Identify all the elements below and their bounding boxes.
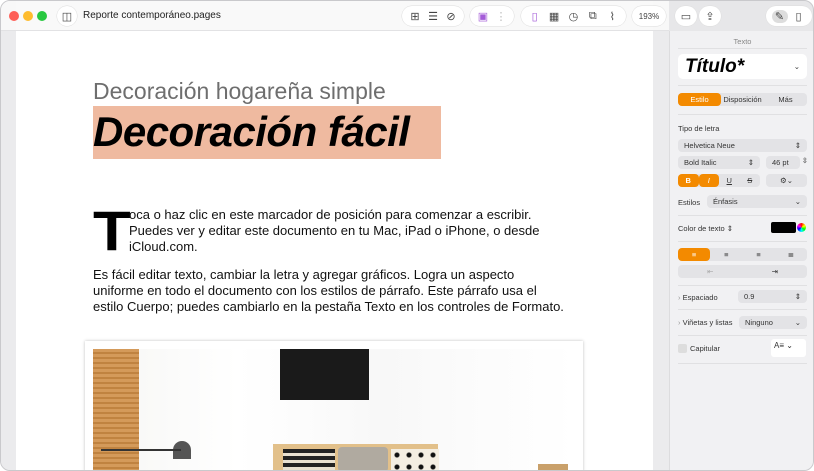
text-line: estilo Cuerpo; puedes cambiarlo en la pe… <box>93 299 564 314</box>
table-icon[interactable]: ▦ <box>546 10 562 23</box>
gear-icon: ⚙⌄ <box>779 176 793 185</box>
share-icon: ⇪ <box>705 10 715 23</box>
panel-header: Texto <box>733 37 752 46</box>
attach-icon[interactable]: ⌇ <box>604 10 620 23</box>
document-title[interactable]: Decoración fácil <box>93 108 410 156</box>
italic-button[interactable]: I <box>698 174 719 187</box>
tabs: Estilo Disposición Más <box>678 93 807 106</box>
align-right-button[interactable]: ≡ <box>743 248 775 261</box>
bullets-select[interactable]: Ninguno ⌄ <box>739 316 807 329</box>
comment-icon: ▭ <box>680 10 692 23</box>
strikethrough-button[interactable]: S <box>740 174 761 187</box>
document-subtitle[interactable]: Decoración hogareña simple <box>93 78 386 105</box>
shape-icon[interactable]: ⊘ <box>443 10 459 23</box>
sidebar-icon: ◫ <box>61 10 73 23</box>
clock-icon[interactable]: ◷ <box>565 10 581 23</box>
font-size-stepper[interactable]: ⇳ <box>802 156 808 165</box>
spacing-field[interactable]: 0.9 ⇕ <box>738 290 807 303</box>
dropcap-checkbox[interactable] <box>678 344 687 353</box>
paragraph-1[interactable]: oca o haz clic en este marcador de posic… <box>129 207 539 255</box>
copy-icon[interactable]: ⧉ <box>585 10 601 23</box>
align-left-button[interactable]: ≡ <box>678 248 711 261</box>
tab-estilo[interactable]: Estilo <box>678 93 721 106</box>
document-name: Reporte contemporáneo.pages <box>83 10 221 21</box>
chevron-down-icon: ⌄ <box>793 62 800 71</box>
close-button[interactable] <box>9 11 19 21</box>
zoom-menu[interactable]: 193% <box>632 6 666 26</box>
text-box-icon[interactable]: ▯ <box>527 10 543 23</box>
text-color-well[interactable] <box>771 222 796 233</box>
text-line: oca o haz clic en este marcador de posic… <box>129 207 532 222</box>
zoom-button[interactable] <box>37 11 47 21</box>
dropcap-style-menu[interactable]: A≡ ⌄ <box>771 339 806 357</box>
underline-button[interactable]: U <box>719 174 740 187</box>
decrease-indent-button[interactable]: ⇤ <box>678 265 743 278</box>
text-line: Puedes ver y editar este documento en tu… <box>129 223 540 238</box>
text-line: iCloud.com. <box>129 239 198 254</box>
living-room-photo <box>93 349 575 470</box>
bold-button[interactable]: B <box>678 174 699 187</box>
media-icon[interactable]: ▣ <box>475 10 491 23</box>
paragraph-2[interactable]: Es fácil editar texto, cambiar la letra … <box>93 267 564 315</box>
font-family-select[interactable]: Helvetica Neue ⇕ <box>678 139 807 152</box>
increase-indent-button[interactable]: ⇥ <box>743 265 808 278</box>
dropcap-label: Capitular <box>690 344 721 353</box>
text-options-button[interactable]: ⚙⌄ <box>766 174 807 187</box>
document-canvas: Decoración hogareña simple Decoración fá… <box>1 1 669 470</box>
paragraph-style-menu[interactable]: Título* ⌄ <box>678 54 807 79</box>
document-icon[interactable]: ▯ <box>791 10 807 23</box>
share-button[interactable]: ⇪ <box>699 6 721 26</box>
tab-disposicion[interactable]: Disposición <box>721 93 764 106</box>
format-icon[interactable]: ✎ <box>771 9 788 23</box>
format-sidebar: ▭ ⇪ ✎ ▯ Texto Título* ⌄ Estilo Disposición… <box>669 6 813 470</box>
toolbar: ◫ Reporte contemporáneo.pages ⊞ ☰ ⊘ ▣ ⋮ ▯ ▦ ◷… <box>1 1 669 31</box>
tab-mas[interactable]: Más <box>764 93 807 106</box>
align-center-button[interactable]: ≡ <box>710 248 742 261</box>
text-line: Es fácil editar texto, cambiar la letra … <box>93 267 515 282</box>
sidebar-toggle-button[interactable]: ◫ <box>57 6 77 26</box>
typeface-select[interactable]: Bold Italic ⇕ <box>678 156 760 169</box>
text-line: uniforme en todo el documento con los es… <box>93 283 537 298</box>
font-size-field[interactable]: 46 pt <box>766 156 800 169</box>
minimize-button[interactable] <box>23 11 33 21</box>
font-label: Tipo de letra <box>678 124 720 133</box>
add-page-icon[interactable]: ⊞ <box>407 10 423 23</box>
comment-button[interactable]: ▭ <box>675 6 697 26</box>
list-icon[interactable]: ☰ <box>425 10 441 23</box>
drop-cap: T <box>93 199 131 262</box>
character-style-select[interactable]: Énfasis ⌄ <box>707 195 807 208</box>
pages-window: Decoración hogareña simple Decoración fá… <box>0 0 814 471</box>
color-wheel-icon[interactable] <box>797 223 806 232</box>
chart-icon[interactable]: ⋮ <box>493 10 509 23</box>
image-frame[interactable] <box>85 341 583 470</box>
justify-button[interactable]: ≣ <box>775 248 807 261</box>
